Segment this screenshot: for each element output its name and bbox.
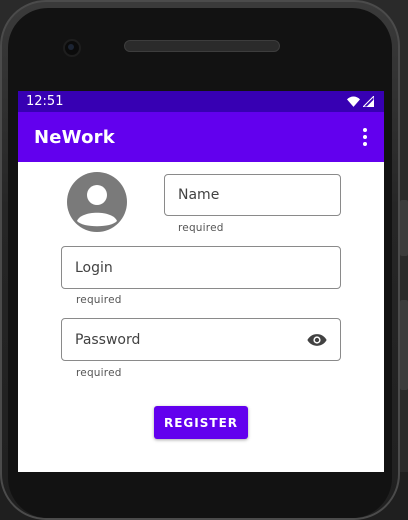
wifi-icon (347, 96, 360, 107)
app-title: NeWork (34, 126, 115, 148)
password-helper-text: required (76, 367, 122, 379)
account-circle-icon[interactable] (67, 172, 127, 232)
device-frame: 12:51 NeWork Name required Login require… (0, 0, 408, 520)
register-button[interactable]: REGISTER (154, 406, 248, 439)
volume-button (400, 300, 408, 390)
app-bar: NeWork (18, 112, 384, 162)
login-helper-text: required (76, 294, 122, 306)
power-button (400, 200, 408, 256)
more-vert-icon[interactable] (360, 128, 370, 146)
password-field[interactable]: Password (61, 318, 341, 361)
front-camera (63, 39, 81, 57)
name-helper-text: required (178, 222, 224, 234)
name-field[interactable]: Name (164, 174, 341, 216)
status-icons (347, 96, 374, 107)
signal-icon (363, 96, 374, 107)
earpiece-speaker (124, 40, 280, 52)
status-bar: 12:51 (18, 91, 384, 112)
status-time: 12:51 (26, 94, 64, 109)
password-placeholder: Password (75, 331, 141, 348)
eye-icon[interactable] (307, 333, 327, 347)
login-placeholder: Login (75, 259, 113, 276)
register-form: Name required Login required Password re… (18, 162, 384, 472)
login-field[interactable]: Login (61, 246, 341, 289)
app-screen: 12:51 NeWork Name required Login require… (18, 91, 384, 472)
name-placeholder: Name (178, 187, 220, 203)
